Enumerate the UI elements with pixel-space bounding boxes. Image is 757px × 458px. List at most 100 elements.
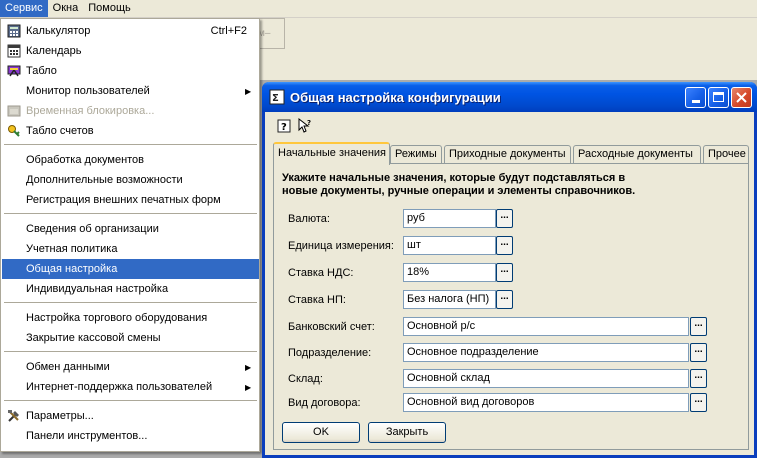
tab-incoming-documents[interactable]: Приходные документы [444, 145, 571, 164]
bank-account-label: Банковский счет: [288, 321, 375, 333]
minimize-button[interactable] [685, 86, 706, 108]
currency-field[interactable]: руб [403, 209, 496, 228]
menu-help[interactable]: Помощь [83, 0, 136, 17]
menu-item-general-settings-label: Общая настройка [26, 263, 118, 275]
contract-type-select-button[interactable]: ... [690, 393, 707, 412]
close-button[interactable]: Закрыть [368, 422, 446, 443]
submenu-arrow-icon: ▶ [245, 86, 252, 96]
menu-service[interactable]: Сервис [0, 0, 48, 17]
menu-item-accounting-policy-label: Учетная политика [26, 243, 118, 255]
menu-item-trade-equipment[interactable]: Настройка торгового оборудования [2, 308, 259, 328]
menu-item-close-cash-shift-label: Закрытие кассовой смены [26, 332, 161, 344]
tools-icon [6, 408, 22, 424]
menu-item-toolbars[interactable]: Панели инструментов... [2, 426, 259, 446]
menu-separator [4, 144, 257, 145]
menu-separator [4, 351, 257, 352]
dialog-titlebar[interactable]: Σ Общая настройка конфигурации [262, 82, 757, 112]
menu-item-calculator[interactable]: Калькулятор Ctrl+F2 [2, 21, 259, 41]
menu-bar: Сервис Окна Помощь [0, 0, 757, 18]
calculator-icon [6, 23, 22, 39]
key-icon [6, 123, 22, 139]
menu-item-internet-support-label: Интернет-поддержка пользователей [26, 381, 213, 393]
help-icon[interactable]: ? [275, 117, 293, 135]
menu-item-accounts-board[interactable]: Табло счетов [2, 121, 259, 141]
vat-rate-label: Ставка НДС: [288, 267, 354, 279]
tab-modes[interactable]: Режимы [390, 145, 442, 164]
menu-item-calendar[interactable]: Календарь [2, 41, 259, 61]
tab-outgoing-documents[interactable]: Расходные документы [573, 145, 701, 164]
unit-label: Единица измерения: [288, 240, 394, 252]
menu-item-temporary-lock[interactable]: Временная блокировка... [2, 101, 259, 121]
menu-windows[interactable]: Окна [48, 0, 84, 17]
calendar-icon [6, 43, 22, 59]
tab-other[interactable]: Прочее [703, 145, 749, 164]
background-toolbar [258, 18, 757, 80]
menu-item-scoreboard-label: Табло [26, 65, 57, 77]
menu-item-additional-features-label: Дополнительные возможности [26, 174, 183, 186]
dialog-toolbar: ? ? [275, 116, 317, 136]
menu-separator [4, 213, 257, 214]
settings-dialog: Σ Общая настройка конфигурации ? ? Начал… [262, 82, 757, 458]
sales-tax-rate-field[interactable]: Без налога (НП) [403, 290, 496, 309]
menu-item-temporary-lock-label: Временная блокировка... [26, 105, 155, 117]
scoreboard-icon [6, 63, 22, 79]
menu-item-external-forms[interactable]: Регистрация внешних печатных форм [2, 190, 259, 210]
warehouse-label: Склад: [288, 373, 323, 385]
svg-text:Σ: Σ [272, 93, 279, 104]
menu-item-document-processing-label: Обработка документов [26, 154, 145, 166]
menu-item-additional-features[interactable]: Дополнительные возможности [2, 170, 259, 190]
menu-item-parameters[interactable]: Параметры... [2, 406, 259, 426]
svg-text:?: ? [307, 119, 311, 127]
menu-item-close-cash-shift[interactable]: Закрытие кассовой смены [2, 328, 259, 348]
vat-rate-field[interactable]: 18% [403, 263, 496, 282]
menu-item-user-monitor[interactable]: Монитор пользователей ▶ [2, 81, 259, 101]
bank-account-field[interactable]: Основной р/с [403, 317, 689, 336]
unit-select-button[interactable]: ... [496, 236, 513, 255]
currency-select-button[interactable]: ... [496, 209, 513, 228]
warehouse-field[interactable]: Основной склад [403, 369, 689, 388]
menu-item-calculator-label: Калькулятор [26, 25, 91, 37]
department-field[interactable]: Основное подразделение [403, 343, 689, 362]
menu-item-individual-settings[interactable]: Индивидуальная настройка [2, 279, 259, 299]
currency-label: Валюта: [288, 213, 330, 225]
maximize-icon [713, 92, 724, 102]
sales-tax-rate-select-button[interactable]: ... [496, 290, 513, 309]
instruction-line: новые документы, ручные операции и элеме… [282, 185, 636, 197]
menu-item-internet-support[interactable]: Интернет-поддержка пользователей ▶ [2, 377, 259, 397]
menu-item-accounting-policy[interactable]: Учетная политика [2, 239, 259, 259]
menu-item-individual-settings-label: Индивидуальная настройка [26, 283, 169, 295]
menu-item-data-exchange[interactable]: Обмен данными ▶ [2, 357, 259, 377]
sales-tax-rate-label: Ставка НП: [288, 294, 346, 306]
background-toolbar-button[interactable]: м– [258, 18, 285, 49]
minimize-icon [691, 99, 700, 103]
contract-type-field[interactable]: Основной вид договоров [403, 393, 689, 412]
menu-item-calendar-label: Календарь [26, 45, 82, 57]
unit-field[interactable]: шт [403, 236, 496, 255]
ok-button[interactable]: OK [282, 422, 360, 443]
tab-initial-values[interactable]: Начальные значения [273, 142, 390, 165]
close-window-button[interactable] [731, 86, 752, 108]
submenu-arrow-icon: ▶ [245, 382, 252, 392]
context-help-pointer-icon[interactable]: ? [296, 117, 314, 135]
instruction-text: Укажите начальные значения, которые буду… [282, 172, 742, 198]
menu-item-organization-info[interactable]: Сведения об организации [2, 219, 259, 239]
vat-rate-select-button[interactable]: ... [496, 263, 513, 282]
menu-item-toolbars-label: Панели инструментов... [26, 430, 148, 442]
menu-separator [4, 302, 257, 303]
menu-item-accounts-board-label: Табло счетов [26, 125, 94, 137]
menu-separator [4, 400, 257, 401]
menu-item-external-forms-label: Регистрация внешних печатных форм [26, 194, 221, 206]
close-icon [736, 91, 747, 103]
department-select-button[interactable]: ... [690, 343, 707, 362]
menu-item-calculator-shortcut: Ctrl+F2 [210, 25, 247, 37]
menu-item-general-settings[interactable]: Общая настройка [2, 259, 259, 279]
warehouse-select-button[interactable]: ... [690, 369, 707, 388]
menu-item-scoreboard[interactable]: Табло [2, 61, 259, 81]
menu-item-document-processing[interactable]: Обработка документов [2, 150, 259, 170]
dialog-title: Общая настройка конфигурации [290, 89, 501, 105]
bank-account-select-button[interactable]: ... [690, 317, 707, 336]
menu-item-trade-equipment-label: Настройка торгового оборудования [26, 312, 208, 324]
contract-type-label: Вид договора: [288, 397, 361, 409]
maximize-button[interactable] [708, 86, 729, 108]
menu-item-user-monitor-label: Монитор пользователей [26, 85, 150, 97]
